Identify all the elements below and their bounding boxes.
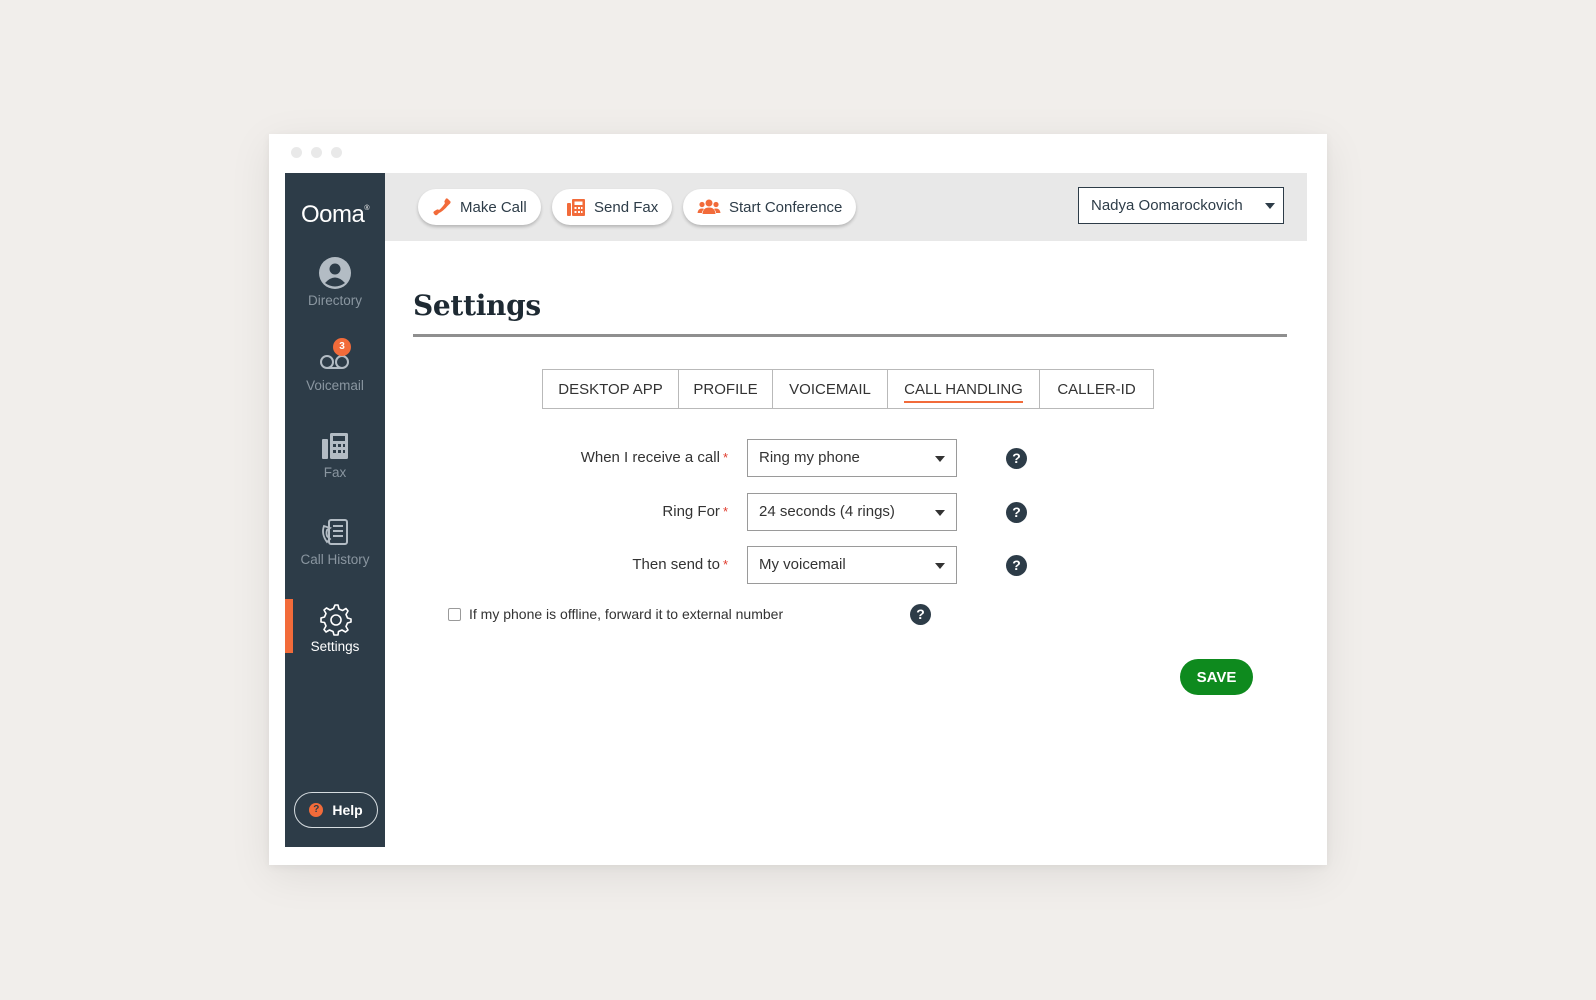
chevron-down-icon bbox=[1265, 203, 1275, 209]
ring-for-label: Ring For * bbox=[662, 503, 728, 520]
question-circle-icon[interactable]: ? bbox=[1006, 502, 1027, 523]
offline-forward-row: If my phone is offline, forward it to ex… bbox=[448, 604, 783, 624]
required-marker: * bbox=[722, 557, 728, 572]
tab-voicemail[interactable]: VOICEMAIL bbox=[773, 370, 888, 408]
sidebar-item-label: Voicemail bbox=[306, 378, 364, 393]
ring-for-row: Ring For * 24 seconds (4 rings) ? bbox=[413, 493, 1027, 531]
question-circle-icon[interactable]: ? bbox=[1006, 555, 1027, 576]
tab-profile[interactable]: PROFILE bbox=[679, 370, 773, 408]
user-account-dropdown[interactable]: Nadya Oomarockovich bbox=[1078, 187, 1284, 224]
help-button[interactable]: ? Help bbox=[294, 792, 378, 828]
receive-call-value: Ring my phone bbox=[759, 449, 860, 466]
make-call-button[interactable]: Make Call bbox=[418, 189, 541, 225]
sidebar-item-label: Settings bbox=[310, 639, 360, 654]
window-close-dot[interactable] bbox=[291, 147, 302, 158]
sidebar-item-call-history[interactable]: Call History bbox=[285, 514, 385, 578]
page-title: Settings bbox=[413, 289, 541, 322]
sidebar-item-voicemail[interactable]: 3 Voicemail bbox=[285, 338, 385, 404]
chevron-down-icon bbox=[935, 563, 945, 569]
group-icon bbox=[697, 199, 721, 214]
call-history-icon bbox=[317, 514, 353, 550]
fax-icon bbox=[567, 199, 585, 216]
sidebar-item-label: Fax bbox=[323, 465, 347, 480]
then-send-row: Then send to * My voicemail ? bbox=[413, 546, 1027, 584]
then-send-label: Then send to * bbox=[632, 556, 728, 573]
start-conference-label: Start Conference bbox=[729, 198, 843, 216]
window-controls bbox=[291, 147, 342, 158]
then-send-select[interactable]: My voicemail bbox=[747, 546, 957, 584]
voicemail-icon: 3 bbox=[317, 338, 353, 376]
receive-call-select[interactable]: Ring my phone bbox=[747, 439, 957, 477]
top-toolbar: Make Call Send Fax Start Conference Nady… bbox=[385, 173, 1307, 241]
sidebar-item-directory[interactable]: Directory bbox=[285, 255, 385, 319]
voicemail-count-badge: 3 bbox=[333, 338, 351, 356]
question-circle-icon[interactable]: ? bbox=[910, 604, 931, 625]
tab-call-handling[interactable]: CALL HANDLING bbox=[888, 370, 1040, 408]
fax-icon bbox=[317, 427, 353, 463]
receive-call-row: When I receive a call * Ring my phone ? bbox=[413, 439, 1027, 477]
ooma-logo: Ooma® bbox=[300, 201, 370, 228]
sidebar-item-fax[interactable]: Fax bbox=[285, 427, 385, 491]
save-button[interactable]: SAVE bbox=[1180, 659, 1253, 695]
tab-desktop-app[interactable]: DESKTOP APP bbox=[543, 370, 679, 408]
question-circle-icon[interactable]: ? bbox=[1006, 448, 1027, 469]
receive-call-label: When I receive a call * bbox=[580, 449, 728, 466]
make-call-label: Make Call bbox=[460, 198, 527, 216]
settings-tabs: DESKTOP APP PROFILE VOICEMAIL CALL HANDL… bbox=[542, 369, 1154, 409]
tab-caller-id[interactable]: CALLER-ID bbox=[1040, 370, 1153, 408]
sidebar-item-label: Directory bbox=[307, 293, 362, 308]
sidebar-item-label: Call History bbox=[300, 552, 370, 567]
send-fax-label: Send Fax bbox=[594, 198, 659, 216]
ring-for-value: 24 seconds (4 rings) bbox=[759, 503, 895, 520]
start-conference-button[interactable]: Start Conference bbox=[683, 189, 857, 225]
chevron-down-icon bbox=[935, 456, 945, 462]
chevron-down-icon bbox=[935, 510, 945, 516]
ring-for-select[interactable]: 24 seconds (4 rings) bbox=[747, 493, 957, 531]
phone-icon bbox=[433, 198, 451, 216]
window-minimize-dot[interactable] bbox=[311, 147, 322, 158]
title-divider bbox=[413, 334, 1287, 337]
offline-forward-checkbox[interactable] bbox=[448, 607, 461, 621]
window-maximize-dot[interactable] bbox=[331, 147, 342, 158]
help-circle-icon: ? bbox=[309, 803, 324, 817]
gear-icon bbox=[317, 601, 353, 637]
app-content: Ooma® Directory 3 Voicemail Fax Call His… bbox=[285, 173, 1307, 847]
then-send-value: My voicemail bbox=[759, 556, 846, 573]
sidebar: Ooma® Directory 3 Voicemail Fax Call His… bbox=[285, 173, 385, 847]
required-marker: * bbox=[722, 450, 728, 465]
required-marker: * bbox=[722, 504, 728, 519]
offline-forward-label: If my phone is offline, forward it to ex… bbox=[469, 606, 784, 622]
user-circle-icon bbox=[317, 255, 353, 291]
app-window: Ooma® Directory 3 Voicemail Fax Call His… bbox=[269, 134, 1327, 865]
send-fax-button[interactable]: Send Fax bbox=[552, 189, 673, 225]
user-name: Nadya Oomarockovich bbox=[1091, 197, 1243, 214]
help-label: Help bbox=[332, 802, 363, 818]
sidebar-item-settings[interactable]: Settings bbox=[285, 599, 385, 665]
